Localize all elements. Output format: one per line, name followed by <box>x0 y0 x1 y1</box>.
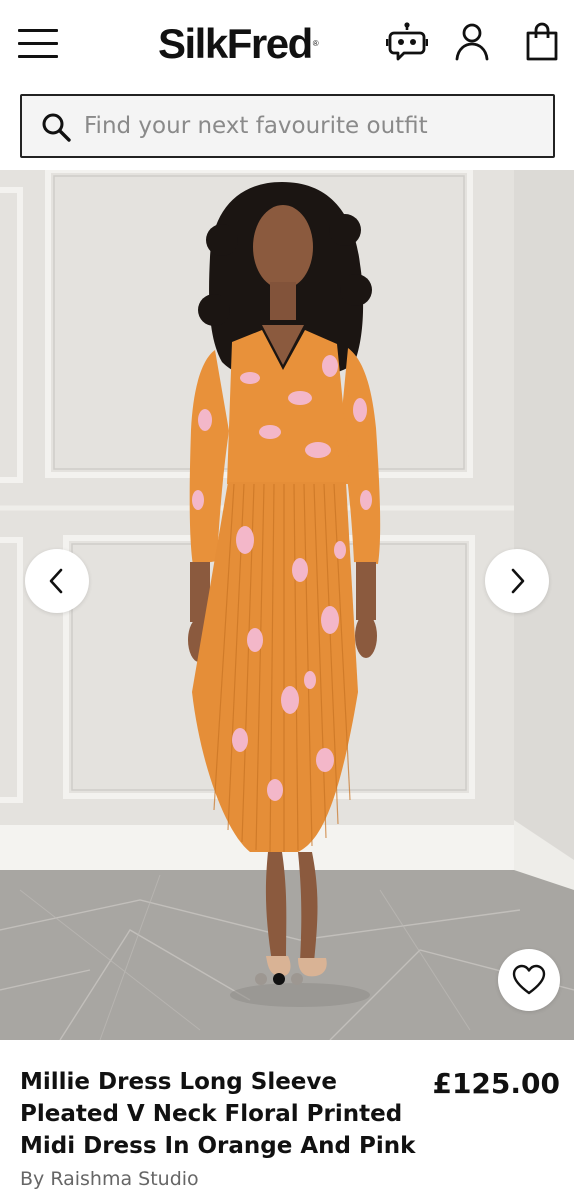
pagination-dot-active[interactable] <box>273 973 285 985</box>
product-photo <box>0 170 574 1040</box>
next-image-button[interactable] <box>485 549 549 613</box>
product-title: Millie Dress Long Sleeve Pleated V Neck … <box>20 1069 416 1159</box>
logo-registered-mark: ® <box>312 39 319 48</box>
account-button[interactable] <box>451 20 493 64</box>
product-price: £125.00 <box>432 1067 560 1100</box>
search-icon <box>42 113 71 142</box>
search-bar[interactable] <box>20 94 555 158</box>
bag-button[interactable] <box>521 20 563 64</box>
shopping-bag-icon <box>526 22 558 61</box>
menu-bar <box>18 55 58 58</box>
user-icon <box>455 23 489 61</box>
previous-image-button[interactable] <box>25 549 89 613</box>
product-brand-link[interactable]: By Raishma Studio <box>20 1166 199 1192</box>
robot-chat-icon <box>386 22 428 61</box>
chevron-left-icon <box>49 568 63 594</box>
menu-bar <box>18 29 58 32</box>
search-input[interactable] <box>84 106 544 146</box>
menu-bar <box>18 42 58 45</box>
pagination-dot[interactable] <box>255 973 267 985</box>
menu-button[interactable] <box>18 26 58 60</box>
chevron-right-icon <box>511 568 525 594</box>
product-image-gallery[interactable] <box>0 170 574 1040</box>
image-pagination-dots <box>255 973 303 985</box>
favourite-button[interactable] <box>498 949 560 1011</box>
site-logo[interactable]: SilkFred® <box>158 18 319 70</box>
heart-icon <box>512 964 546 995</box>
site-header: SilkFred® <box>0 0 574 88</box>
logo-text: SilkFred <box>158 20 313 67</box>
assistant-button[interactable] <box>386 20 428 64</box>
pagination-dot[interactable] <box>291 973 303 985</box>
